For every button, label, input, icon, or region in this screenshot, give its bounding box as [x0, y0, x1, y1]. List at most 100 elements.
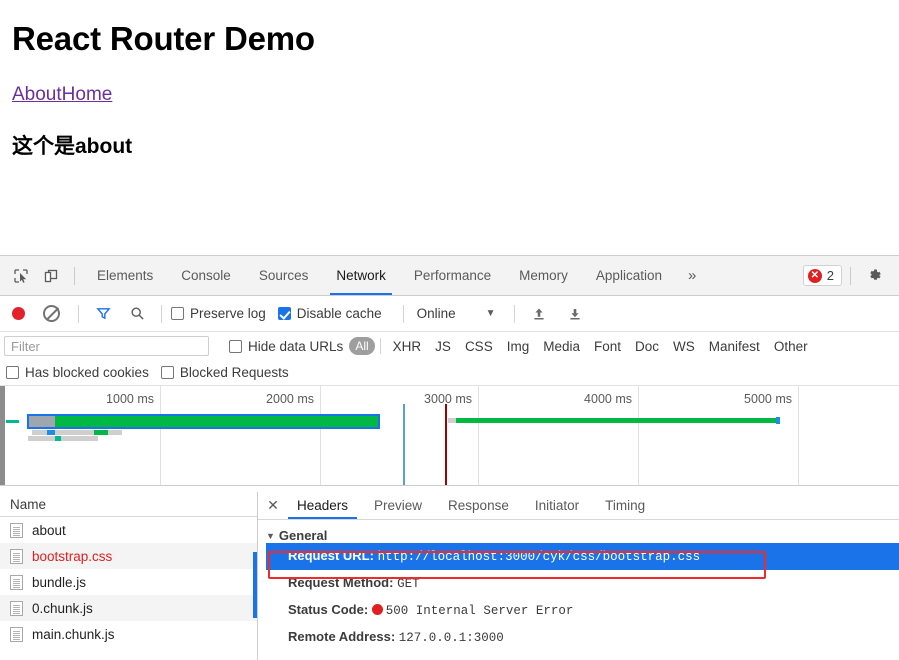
- header-value: 127.0.0.1:3000: [398, 631, 504, 645]
- request-name: bootstrap.css: [32, 548, 113, 564]
- bar-segment-waiting: [29, 416, 55, 427]
- document-icon: [10, 574, 23, 590]
- preserve-log-checkbox[interactable]: [171, 307, 184, 320]
- export-har-icon[interactable]: [562, 301, 588, 327]
- header-value: GET: [397, 577, 420, 591]
- general-section-header[interactable]: ▼ General: [266, 528, 899, 543]
- error-count-label: 2: [826, 268, 834, 283]
- type-filter-media[interactable]: Media: [536, 337, 587, 356]
- document-icon: [10, 522, 23, 538]
- request-list-header[interactable]: Name: [0, 492, 257, 517]
- tab-network[interactable]: Network: [322, 256, 400, 295]
- close-icon[interactable]: ✕: [262, 492, 284, 519]
- request-row-bootstrap-css[interactable]: bootstrap.css: [0, 543, 257, 569]
- tab-application[interactable]: Application: [582, 256, 676, 295]
- details-tab-timing[interactable]: Timing: [592, 492, 658, 519]
- inspect-element-icon[interactable]: [8, 263, 34, 289]
- type-filter-js[interactable]: JS: [428, 337, 458, 356]
- tab-elements[interactable]: Elements: [83, 256, 167, 295]
- type-filter-manifest[interactable]: Manifest: [702, 337, 767, 356]
- record-button[interactable]: [12, 307, 25, 320]
- type-filter-all[interactable]: All: [349, 337, 375, 355]
- details-tab-preview[interactable]: Preview: [361, 492, 435, 519]
- general-section: ▼ General Request URL: http://localhost:…: [258, 520, 899, 651]
- disable-cache-label[interactable]: Disable cache: [297, 306, 382, 321]
- chevron-down-icon[interactable]: ▼: [486, 308, 496, 319]
- details-tab-initiator[interactable]: Initiator: [522, 492, 592, 519]
- overview-bar-4-waiting: [448, 418, 456, 423]
- header-value: http://localhost:3000/cyk/css/bootstrap.…: [377, 550, 701, 564]
- clear-button[interactable]: [43, 305, 60, 322]
- error-count-badge[interactable]: ✕ 2: [802, 265, 842, 286]
- has-blocked-cookies-checkbox[interactable]: [6, 366, 19, 379]
- badge-divider: [850, 266, 851, 285]
- header-row-remote-address[interactable]: Remote Address: 127.0.0.1:3000: [266, 624, 899, 651]
- status-error-dot-icon: [371, 604, 383, 615]
- header-row-request-method[interactable]: Request Method: GET: [266, 570, 899, 597]
- more-tabs-chevron-icon[interactable]: »: [676, 267, 708, 284]
- tab-performance[interactable]: Performance: [400, 256, 505, 295]
- header-row-request-url[interactable]: Request URL: http://localhost:3000/cyk/c…: [266, 543, 899, 570]
- details-tab-response[interactable]: Response: [435, 492, 522, 519]
- overview-bar-2: [32, 430, 122, 435]
- request-list-scrollbar[interactable]: [253, 552, 257, 618]
- tick-label-2000: 2000 ms: [266, 392, 314, 406]
- hide-data-urls-checkbox[interactable]: [229, 339, 242, 353]
- request-name: about: [32, 522, 66, 538]
- overview-bar-selected[interactable]: [27, 414, 380, 429]
- type-filter-xhr[interactable]: XHR: [386, 337, 429, 356]
- blocked-requests-label[interactable]: Blocked Requests: [180, 365, 289, 380]
- funnel-icon[interactable]: [90, 301, 116, 327]
- network-overview-timeline[interactable]: 1000 ms 2000 ms 3000 ms 4000 ms 5000 ms: [0, 386, 899, 486]
- toolbar-divider: [74, 266, 75, 285]
- type-filter-css[interactable]: CSS: [458, 337, 500, 356]
- import-har-icon[interactable]: [526, 301, 552, 327]
- blocked-requests-checkbox[interactable]: [160, 366, 174, 379]
- network-toolbar: Preserve log Disable cache Online ▼: [0, 296, 899, 332]
- hide-data-urls-label[interactable]: Hide data URLs: [248, 339, 343, 354]
- page-subheading: 这个是about: [12, 135, 133, 158]
- tab-sources[interactable]: Sources: [245, 256, 323, 295]
- gridline-2000: [320, 386, 321, 485]
- general-section-title: General: [278, 528, 328, 543]
- filter-row: Hide data URLs All XHR JS CSS Img Media …: [0, 332, 899, 360]
- tab-memory[interactable]: Memory: [505, 256, 582, 295]
- document-icon: [10, 600, 23, 616]
- gridline-5000: [798, 386, 799, 485]
- devtools-tabs: Elements Console Sources Network Perform…: [83, 256, 708, 295]
- request-row-main-chunk-js[interactable]: main.chunk.js: [0, 621, 257, 647]
- type-divider: [379, 338, 381, 354]
- tab-console[interactable]: Console: [167, 256, 245, 295]
- gear-icon[interactable]: [861, 263, 887, 289]
- overview-bar-2-download: [94, 430, 108, 435]
- overview-bar-4-end: [776, 417, 780, 424]
- search-icon[interactable]: [124, 301, 150, 327]
- device-toolbar-icon[interactable]: [38, 263, 64, 289]
- devtools-panel: Elements Console Sources Network Perform…: [0, 255, 899, 660]
- type-filter-ws[interactable]: WS: [666, 337, 702, 356]
- tick-label-4000: 4000 ms: [584, 392, 632, 406]
- type-filter-doc[interactable]: Doc: [628, 337, 666, 356]
- request-row-0-chunk-js[interactable]: 0.chunk.js: [0, 595, 257, 621]
- type-filter-img[interactable]: Img: [500, 337, 537, 356]
- header-row-status-code[interactable]: Status Code: 500 Internal Server Error: [266, 597, 899, 624]
- link-home[interactable]: Home: [62, 84, 113, 105]
- toolbar-divider-2: [161, 304, 162, 323]
- details-tab-headers[interactable]: Headers: [284, 492, 361, 519]
- type-filter-font[interactable]: Font: [587, 337, 628, 356]
- header-key: Request Method:: [288, 575, 394, 590]
- overview-request-nub: [6, 420, 19, 423]
- disable-cache-checkbox[interactable]: [277, 307, 291, 320]
- has-blocked-cookies-label[interactable]: Has blocked cookies: [25, 365, 149, 380]
- load-event-marker: [445, 404, 447, 485]
- preserve-log-label[interactable]: Preserve log: [190, 306, 266, 321]
- throttling-value[interactable]: Online: [417, 306, 456, 321]
- filter-input[interactable]: [4, 336, 209, 356]
- type-filter-other[interactable]: Other: [767, 337, 815, 356]
- link-about[interactable]: About: [12, 84, 62, 105]
- tick-label-3000: 3000 ms: [424, 392, 472, 406]
- request-row-bundle-js[interactable]: bundle.js: [0, 569, 257, 595]
- request-row-about[interactable]: about: [0, 517, 257, 543]
- gridline-1000: [160, 386, 161, 485]
- overview-bar-3-accent: [55, 436, 61, 441]
